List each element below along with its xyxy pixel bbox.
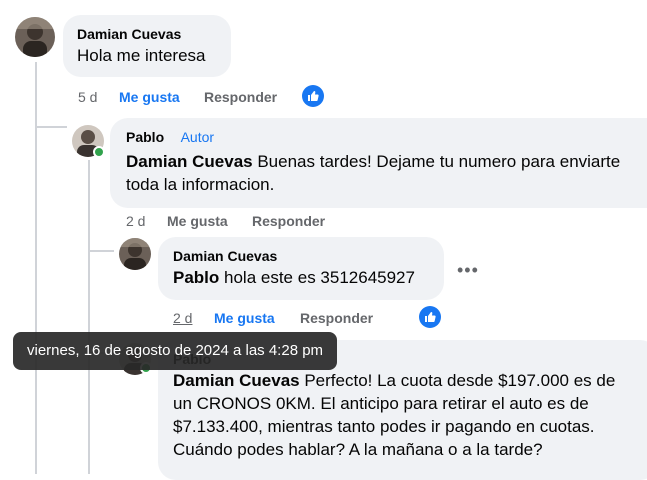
reply-button[interactable]: Responder <box>300 310 373 326</box>
comment-bubble: Damian Cuevas Pablo hola este es 3512645… <box>158 237 444 300</box>
like-button[interactable]: Me gusta <box>119 89 180 105</box>
thread-branch <box>35 126 67 128</box>
timestamp-tooltip: viernes, 16 de agosto de 2024 a las 4:28… <box>13 332 338 370</box>
more-options-icon[interactable]: ••• <box>457 260 479 281</box>
comment-author[interactable]: Pablo <box>126 129 164 145</box>
comment-text: Hola me interesa <box>77 46 206 65</box>
mention-link[interactable]: Damian Cuevas <box>126 152 253 171</box>
like-reaction-icon[interactable] <box>419 306 441 328</box>
comment-bubble: Pablo Autor Damian Cuevas Buenas tardes!… <box>110 118 647 208</box>
avatar[interactable] <box>119 238 151 270</box>
comment-text: Pablo hola este es 3512645927 <box>173 268 415 287</box>
reply-button[interactable]: Responder <box>252 213 325 229</box>
comment-text: Damian Cuevas Buenas tardes! Dejame tu n… <box>126 152 621 194</box>
comment-bubble: Damian Cuevas Hola me interesa <box>63 15 231 77</box>
like-reaction-icon[interactable] <box>302 85 324 107</box>
reply-button[interactable]: Responder <box>204 89 277 105</box>
online-status-indicator <box>93 146 105 158</box>
thread-branch-2 <box>88 250 114 252</box>
like-button[interactable]: Me gusta <box>167 213 228 229</box>
comment-author[interactable]: Damian Cuevas <box>173 248 429 264</box>
author-badge: Autor <box>180 129 215 145</box>
mention-link[interactable]: Damian Cuevas <box>173 371 300 390</box>
comment-time[interactable]: 2 d <box>173 310 192 326</box>
avatar[interactable] <box>15 17 55 57</box>
thread-line <box>35 62 37 474</box>
mention-link[interactable]: Pablo <box>173 268 219 287</box>
comment-text: Damian Cuevas Perfecto! La cuota desde $… <box>173 371 616 459</box>
comment-author[interactable]: Damian Cuevas <box>77 26 217 42</box>
thread-line-2 <box>88 160 90 474</box>
comment-time[interactable]: 5 d <box>78 89 97 105</box>
like-button[interactable]: Me gusta <box>214 310 275 326</box>
comment-time[interactable]: 2 d <box>126 213 145 229</box>
